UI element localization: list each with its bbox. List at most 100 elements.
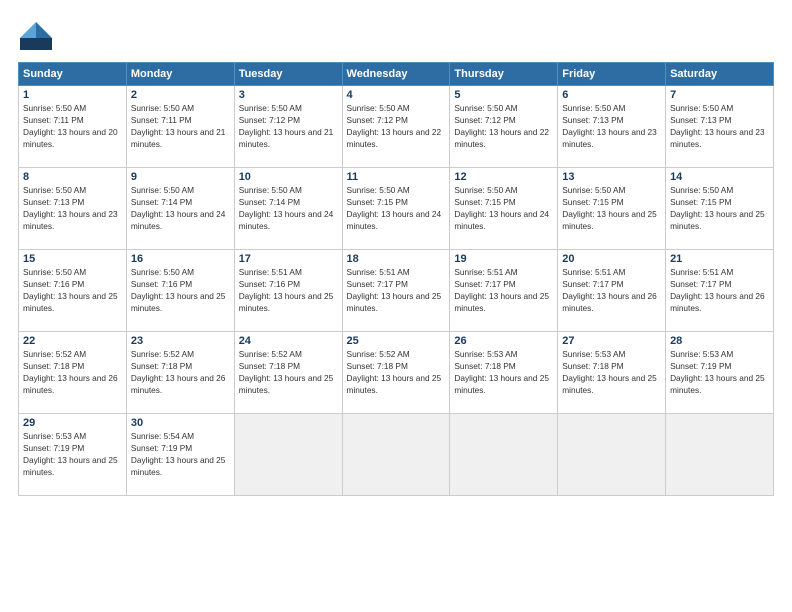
day-info: Sunrise: 5:52 AMSunset: 7:18 PMDaylight:… [131,348,230,396]
week-row-2: 8Sunrise: 5:50 AMSunset: 7:13 PMDaylight… [19,168,774,250]
day-cell: 17Sunrise: 5:51 AMSunset: 7:16 PMDayligh… [234,250,342,332]
page: SundayMondayTuesdayWednesdayThursdayFrid… [0,0,792,612]
day-cell [342,414,450,496]
calendar-header-saturday: Saturday [666,63,774,86]
day-number: 16 [131,253,230,265]
day-number: 30 [131,417,230,429]
day-cell: 2Sunrise: 5:50 AMSunset: 7:11 PMDaylight… [126,86,234,168]
day-info: Sunrise: 5:50 AMSunset: 7:15 PMDaylight:… [454,184,553,232]
day-cell: 23Sunrise: 5:52 AMSunset: 7:18 PMDayligh… [126,332,234,414]
day-number: 20 [562,253,661,265]
day-number: 8 [23,171,122,183]
day-info: Sunrise: 5:53 AMSunset: 7:19 PMDaylight:… [670,348,769,396]
day-cell: 21Sunrise: 5:51 AMSunset: 7:17 PMDayligh… [666,250,774,332]
day-info: Sunrise: 5:50 AMSunset: 7:13 PMDaylight:… [562,102,661,150]
day-info: Sunrise: 5:51 AMSunset: 7:17 PMDaylight:… [670,266,769,314]
day-info: Sunrise: 5:54 AMSunset: 7:19 PMDaylight:… [131,430,230,478]
day-info: Sunrise: 5:50 AMSunset: 7:15 PMDaylight:… [347,184,446,232]
calendar-header-tuesday: Tuesday [234,63,342,86]
day-cell: 7Sunrise: 5:50 AMSunset: 7:13 PMDaylight… [666,86,774,168]
logo [18,18,58,54]
calendar-header-thursday: Thursday [450,63,558,86]
day-number: 3 [239,89,338,101]
day-number: 13 [562,171,661,183]
day-number: 17 [239,253,338,265]
week-row-3: 15Sunrise: 5:50 AMSunset: 7:16 PMDayligh… [19,250,774,332]
day-number: 4 [347,89,446,101]
day-number: 26 [454,335,553,347]
day-cell: 22Sunrise: 5:52 AMSunset: 7:18 PMDayligh… [19,332,127,414]
day-info: Sunrise: 5:50 AMSunset: 7:11 PMDaylight:… [131,102,230,150]
day-cell: 30Sunrise: 5:54 AMSunset: 7:19 PMDayligh… [126,414,234,496]
day-cell [234,414,342,496]
day-cell [666,414,774,496]
calendar: SundayMondayTuesdayWednesdayThursdayFrid… [18,62,774,496]
day-cell: 6Sunrise: 5:50 AMSunset: 7:13 PMDaylight… [558,86,666,168]
day-info: Sunrise: 5:50 AMSunset: 7:13 PMDaylight:… [670,102,769,150]
logo-icon [18,18,54,54]
day-cell: 15Sunrise: 5:50 AMSunset: 7:16 PMDayligh… [19,250,127,332]
day-number: 2 [131,89,230,101]
day-number: 15 [23,253,122,265]
day-cell: 28Sunrise: 5:53 AMSunset: 7:19 PMDayligh… [666,332,774,414]
day-info: Sunrise: 5:50 AMSunset: 7:14 PMDaylight:… [239,184,338,232]
calendar-body: 1Sunrise: 5:50 AMSunset: 7:11 PMDaylight… [19,86,774,496]
day-cell: 4Sunrise: 5:50 AMSunset: 7:12 PMDaylight… [342,86,450,168]
day-info: Sunrise: 5:51 AMSunset: 7:16 PMDaylight:… [239,266,338,314]
day-number: 28 [670,335,769,347]
day-cell: 18Sunrise: 5:51 AMSunset: 7:17 PMDayligh… [342,250,450,332]
day-number: 14 [670,171,769,183]
day-cell: 29Sunrise: 5:53 AMSunset: 7:19 PMDayligh… [19,414,127,496]
day-info: Sunrise: 5:50 AMSunset: 7:14 PMDaylight:… [131,184,230,232]
day-info: Sunrise: 5:50 AMSunset: 7:13 PMDaylight:… [23,184,122,232]
week-row-4: 22Sunrise: 5:52 AMSunset: 7:18 PMDayligh… [19,332,774,414]
day-cell: 24Sunrise: 5:52 AMSunset: 7:18 PMDayligh… [234,332,342,414]
day-info: Sunrise: 5:51 AMSunset: 7:17 PMDaylight:… [562,266,661,314]
day-cell: 5Sunrise: 5:50 AMSunset: 7:12 PMDaylight… [450,86,558,168]
day-cell: 27Sunrise: 5:53 AMSunset: 7:18 PMDayligh… [558,332,666,414]
day-number: 23 [131,335,230,347]
calendar-header-monday: Monday [126,63,234,86]
calendar-header-sunday: Sunday [19,63,127,86]
day-cell: 25Sunrise: 5:52 AMSunset: 7:18 PMDayligh… [342,332,450,414]
day-info: Sunrise: 5:50 AMSunset: 7:12 PMDaylight:… [454,102,553,150]
day-info: Sunrise: 5:52 AMSunset: 7:18 PMDaylight:… [23,348,122,396]
day-number: 6 [562,89,661,101]
day-number: 22 [23,335,122,347]
day-info: Sunrise: 5:52 AMSunset: 7:18 PMDaylight:… [239,348,338,396]
day-cell: 1Sunrise: 5:50 AMSunset: 7:11 PMDaylight… [19,86,127,168]
day-number: 10 [239,171,338,183]
day-cell: 26Sunrise: 5:53 AMSunset: 7:18 PMDayligh… [450,332,558,414]
day-info: Sunrise: 5:51 AMSunset: 7:17 PMDaylight:… [347,266,446,314]
day-number: 7 [670,89,769,101]
day-number: 5 [454,89,553,101]
day-info: Sunrise: 5:53 AMSunset: 7:19 PMDaylight:… [23,430,122,478]
day-info: Sunrise: 5:50 AMSunset: 7:12 PMDaylight:… [347,102,446,150]
week-row-5: 29Sunrise: 5:53 AMSunset: 7:19 PMDayligh… [19,414,774,496]
day-info: Sunrise: 5:50 AMSunset: 7:15 PMDaylight:… [670,184,769,232]
calendar-header-row: SundayMondayTuesdayWednesdayThursdayFrid… [19,63,774,86]
day-number: 21 [670,253,769,265]
day-cell: 14Sunrise: 5:50 AMSunset: 7:15 PMDayligh… [666,168,774,250]
day-info: Sunrise: 5:52 AMSunset: 7:18 PMDaylight:… [347,348,446,396]
day-info: Sunrise: 5:50 AMSunset: 7:15 PMDaylight:… [562,184,661,232]
day-number: 18 [347,253,446,265]
calendar-header-wednesday: Wednesday [342,63,450,86]
day-cell [558,414,666,496]
day-number: 25 [347,335,446,347]
day-number: 12 [454,171,553,183]
day-number: 24 [239,335,338,347]
day-info: Sunrise: 5:50 AMSunset: 7:11 PMDaylight:… [23,102,122,150]
day-cell: 19Sunrise: 5:51 AMSunset: 7:17 PMDayligh… [450,250,558,332]
day-number: 27 [562,335,661,347]
day-info: Sunrise: 5:51 AMSunset: 7:17 PMDaylight:… [454,266,553,314]
day-cell: 12Sunrise: 5:50 AMSunset: 7:15 PMDayligh… [450,168,558,250]
day-cell: 9Sunrise: 5:50 AMSunset: 7:14 PMDaylight… [126,168,234,250]
day-cell: 13Sunrise: 5:50 AMSunset: 7:15 PMDayligh… [558,168,666,250]
day-info: Sunrise: 5:50 AMSunset: 7:16 PMDaylight:… [23,266,122,314]
day-cell: 10Sunrise: 5:50 AMSunset: 7:14 PMDayligh… [234,168,342,250]
day-cell: 16Sunrise: 5:50 AMSunset: 7:16 PMDayligh… [126,250,234,332]
day-info: Sunrise: 5:53 AMSunset: 7:18 PMDaylight:… [562,348,661,396]
day-cell: 11Sunrise: 5:50 AMSunset: 7:15 PMDayligh… [342,168,450,250]
week-row-1: 1Sunrise: 5:50 AMSunset: 7:11 PMDaylight… [19,86,774,168]
